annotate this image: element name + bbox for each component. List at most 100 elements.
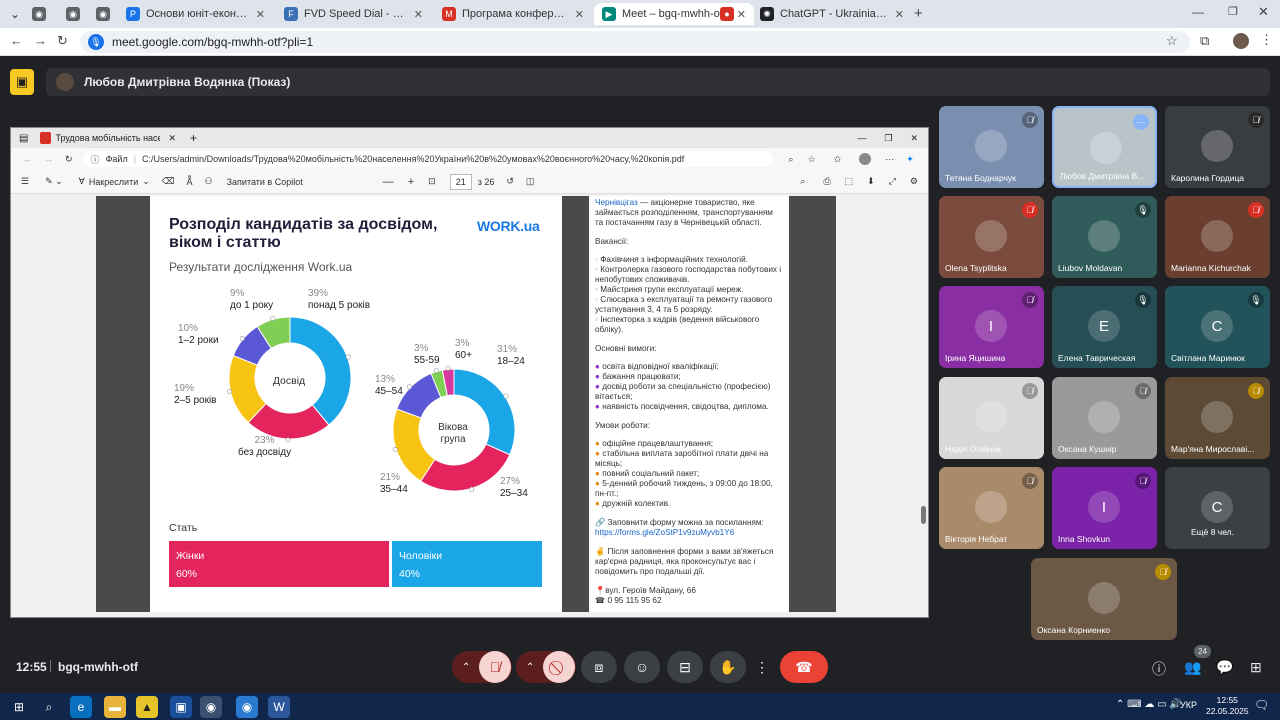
- pdf-favorites-bar-icon[interactable]: ✩: [834, 154, 842, 165]
- print-icon[interactable]: ⎙: [823, 176, 830, 187]
- pdf-minimize-icon[interactable]: —: [857, 133, 866, 143]
- browser-tab[interactable]: ✺ ChatGPT - Ukrainian Voice ✕: [752, 3, 912, 25]
- windows-start-icon[interactable]: ⊞: [8, 696, 30, 718]
- clock[interactable]: 12:55 22.05.2025: [1206, 695, 1249, 717]
- save-app-icon[interactable]: ▣: [170, 696, 192, 718]
- close-window-icon[interactable]: ✕: [1258, 4, 1269, 20]
- participant-tile[interactable]: ⋯ Любов Дмитрівна В...: [1052, 106, 1157, 188]
- chrome-profile-icon[interactable]: ◉: [236, 696, 258, 718]
- app-triangle-icon[interactable]: ▲: [136, 696, 158, 718]
- tab-search-icon[interactable]: ⌄: [4, 3, 26, 25]
- participant-tile[interactable]: 🎙̸ Оксана Корниенко: [1031, 558, 1177, 640]
- pdf-tab-title[interactable]: Трудова мобільність населенн: [55, 133, 160, 143]
- chat-icon[interactable]: 💬: [1216, 659, 1233, 676]
- camera-toggle-button[interactable]: ⃠: [543, 651, 575, 683]
- extensions-icon[interactable]: ⧉: [1200, 33, 1209, 49]
- window-menu-icon[interactable]: ▤: [19, 133, 28, 144]
- company-link[interactable]: Чернівцігаз: [595, 198, 638, 207]
- pdf-new-tab-icon[interactable]: +: [190, 131, 197, 145]
- erase-icon[interactable]: ⌫: [162, 176, 175, 187]
- leave-call-button[interactable]: ☎: [780, 651, 828, 683]
- ask-copilot-button[interactable]: Запитати в Copilot: [227, 177, 303, 187]
- contents-icon[interactable]: ☰: [21, 176, 29, 187]
- file-explorer-icon[interactable]: ▬: [104, 696, 126, 718]
- participant-tile[interactable]: 🎙̸ Marianna Kichurchak: [1165, 196, 1270, 278]
- pdf-settings-icon[interactable]: ⚙: [910, 176, 918, 187]
- profile-avatar[interactable]: [1233, 33, 1249, 49]
- participant-tile[interactable]: 🎙̸ Мар'яна Мирославі...: [1165, 377, 1270, 459]
- back-icon[interactable]: ←: [10, 33, 23, 48]
- raise-hand-button[interactable]: ✋: [710, 651, 746, 683]
- zoom-in-icon[interactable]: +: [408, 176, 414, 188]
- reactions-button[interactable]: ☺: [624, 651, 660, 683]
- save-as-icon[interactable]: ⬇: [867, 176, 875, 187]
- browser-tab[interactable]: ◉: [58, 3, 88, 25]
- tab-close-icon[interactable]: ✕: [256, 8, 265, 21]
- draw-button[interactable]: Накреслити: [89, 177, 138, 187]
- participant-tile[interactable]: 🎙̸ Olena Tsyplitska: [939, 196, 1044, 278]
- participant-tile[interactable]: 🎙̸ Каролина Гордица: [1165, 106, 1270, 188]
- tab-close-icon[interactable]: ✕: [575, 8, 584, 21]
- pdf-scrollbar[interactable]: [919, 196, 928, 612]
- pdf-scroll-thumb[interactable]: [921, 506, 926, 524]
- mic-toggle-button[interactable]: 🎙̸: [479, 651, 511, 683]
- participant-tile[interactable]: C 🎙 Світлана Маринюк: [1165, 286, 1270, 368]
- zoom-out-icon[interactable]: —: [383, 176, 394, 188]
- meeting-info-icon[interactable]: ⓘ: [1152, 659, 1166, 679]
- more-options-icon[interactable]: ⋯: [1133, 114, 1149, 130]
- pdf-search-icon[interactable]: ⌕: [800, 176, 805, 187]
- more-options-button[interactable]: ⋮: [752, 651, 772, 683]
- new-tab-button[interactable]: +: [914, 5, 923, 22]
- pdf-profile-icon[interactable]: [859, 153, 872, 165]
- chrome-icon[interactable]: ◉: [200, 696, 222, 718]
- present-button[interactable]: ⧈: [581, 651, 617, 683]
- highlight-icon[interactable]: ✎ ⌄: [45, 176, 63, 187]
- word-icon[interactable]: W: [268, 696, 290, 718]
- browser-tab[interactable]: M Програма конференції_Кам'я ✕: [434, 3, 592, 25]
- participant-tile[interactable]: 🎙̸ Оксана Кушнір: [1052, 377, 1157, 459]
- form-link[interactable]: https://forms.gle/ZoStP1v9zuMyvb1Y6: [595, 528, 783, 538]
- participant-tile[interactable]: 🎙̸ Надія Олійник: [939, 377, 1044, 459]
- page-number-input[interactable]: 21: [449, 173, 472, 190]
- participant-tile[interactable]: 🎙̸ Вікторія Небрат: [939, 467, 1044, 549]
- activities-icon[interactable]: ⊞: [1250, 659, 1262, 676]
- pdf-zoom-icon[interactable]: ⌕: [789, 154, 794, 165]
- participant-tile[interactable]: E 🎙 Елена Таврическая: [1052, 286, 1157, 368]
- pdf-maximize-icon[interactable]: ❐: [884, 133, 892, 144]
- fit-page-icon[interactable]: ⊡: [428, 176, 436, 187]
- people-icon[interactable]: 👥: [1184, 659, 1201, 676]
- browser-tab[interactable]: P Основи юніт-економіки. Форм ✕: [118, 3, 273, 25]
- save-icon[interactable]: ⬚: [845, 176, 854, 187]
- pdf-url-field[interactable]: ⓘ Файл | C:/Users/admin/Downloads/Трудов…: [82, 151, 773, 167]
- menu-kebab-icon[interactable]: ⋮: [1260, 32, 1273, 48]
- pdf-close-icon[interactable]: ✕: [910, 133, 918, 144]
- mic-options-chevron-icon[interactable]: ⌃: [462, 662, 470, 673]
- participant-tile[interactable]: 🎙 Liubov Moldavan: [1052, 196, 1157, 278]
- maximize-icon[interactable]: ❐: [1228, 5, 1238, 18]
- pdf-reload-icon[interactable]: ↻: [65, 154, 73, 165]
- url-field[interactable]: 🎙 meet.google.com/bgq-mwhh-otf?pli=1: [80, 31, 1190, 53]
- forward-icon[interactable]: →: [34, 33, 47, 48]
- microphone-icon[interactable]: 🎙: [88, 34, 104, 50]
- input-language[interactable]: УКР: [1180, 700, 1197, 710]
- browser-tab[interactable]: ◉: [88, 3, 118, 25]
- pdf-favorite-icon[interactable]: ☆: [808, 154, 816, 165]
- participant-tile[interactable]: C Ещё 8 чел.: [1165, 467, 1270, 549]
- presentation-icon[interactable]: ▣: [10, 69, 34, 95]
- read-aloud-icon[interactable]: ⚇: [205, 176, 213, 187]
- browser-tab[interactable]: ◉: [24, 3, 54, 25]
- participant-tile[interactable]: I 🎙̸ Inna Shovkun: [1052, 467, 1157, 549]
- bookmark-star-icon[interactable]: ☆: [1166, 33, 1178, 49]
- browser-tab[interactable]: ●: [712, 3, 750, 25]
- participant-tile[interactable]: 🎙̸ Тетяна Боднарчук: [939, 106, 1044, 188]
- reload-icon[interactable]: ↻: [57, 33, 68, 49]
- edge-icon[interactable]: e: [70, 696, 92, 718]
- page-view-icon[interactable]: ◫: [526, 176, 535, 187]
- pdf-tab-close-icon[interactable]: ✕: [168, 133, 176, 144]
- rotate-icon[interactable]: ↺: [506, 176, 514, 187]
- browser-tab[interactable]: F FVD Speed Dial - Спонсирумен ✕: [276, 3, 431, 25]
- pdf-back-icon[interactable]: ←: [23, 154, 32, 164]
- minimize-icon[interactable]: —: [1192, 5, 1204, 19]
- pdf-more-icon[interactable]: ⋯: [885, 154, 894, 165]
- draw-dropdown-icon[interactable]: ⌄: [142, 176, 150, 187]
